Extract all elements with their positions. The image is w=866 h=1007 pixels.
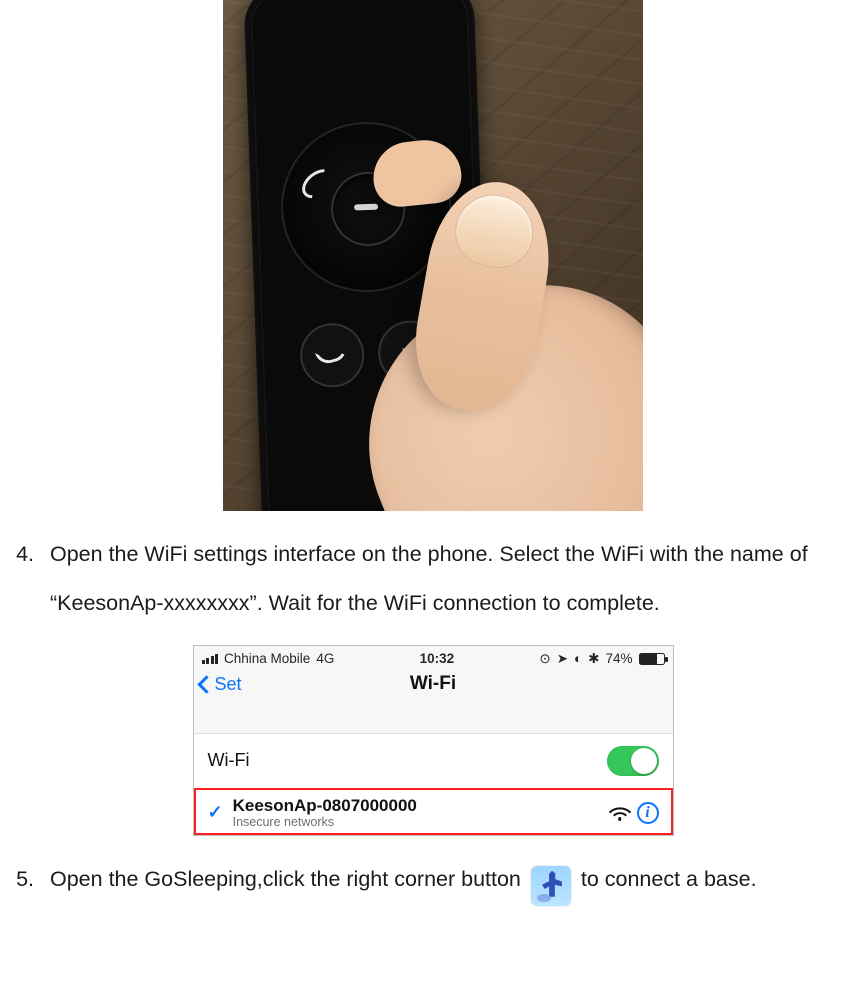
check-icon: ✓ [208, 802, 223, 823]
nav-bar: Set Wi-Fi [194, 670, 673, 707]
selected-network-row[interactable]: ✓ KeesonAp-0807000000 Insecure networks … [194, 788, 673, 836]
info-icon[interactable]: i [637, 802, 659, 824]
step-4: 4. Open the WiFi settings interface on t… [0, 511, 866, 635]
status-time: 10:32 [334, 651, 539, 666]
chevron-left-icon [197, 675, 215, 693]
hand [313, 111, 643, 511]
carrier: Chhina Mobile [224, 651, 310, 666]
network-name: KeesonAp-0807000000 [233, 796, 611, 816]
wifi-icon [611, 804, 629, 822]
dnd-icon: ◐ [574, 651, 582, 666]
step-text: Open the GoSleeping,click the right corn… [50, 855, 860, 904]
status-bar: Chhina Mobile 4G 10:32 ⊙ ➤ ◐ ✱ 74% [194, 646, 673, 670]
back-label: Set [215, 674, 242, 695]
alarm-icon: ⊙ [539, 651, 550, 667]
wifi-label: Wi-Fi [208, 750, 607, 771]
step-5: 5. Open the GoSleeping,click the right c… [0, 836, 866, 910]
step-number: 5. [6, 855, 34, 904]
step-5-before: Open the GoSleeping,click the right corn… [50, 867, 521, 891]
gosleeping-connect-icon [531, 866, 571, 906]
location-icon: ➤ [557, 651, 568, 667]
signal-icon [202, 654, 219, 664]
back-button[interactable]: Set [200, 674, 242, 695]
nav-title: Wi-Fi [194, 673, 673, 695]
step-number: 4. [6, 530, 34, 629]
network-subtitle: Insecure networks [233, 815, 611, 829]
step-text: Open the WiFi settings interface on the … [50, 530, 860, 629]
wifi-toggle-row[interactable]: Wi-Fi [194, 733, 673, 789]
bluetooth-icon: ✱ [588, 651, 599, 667]
network-type: 4G [316, 651, 334, 666]
step-5-after: to connect a base. [581, 867, 757, 891]
battery-pct: 74% [605, 651, 632, 666]
remote-photo: ZE [223, 0, 643, 511]
wifi-switch[interactable] [607, 746, 659, 776]
battery-icon [639, 653, 665, 665]
phone-screenshot: Chhina Mobile 4G 10:32 ⊙ ➤ ◐ ✱ 74% Set W… [193, 645, 674, 837]
